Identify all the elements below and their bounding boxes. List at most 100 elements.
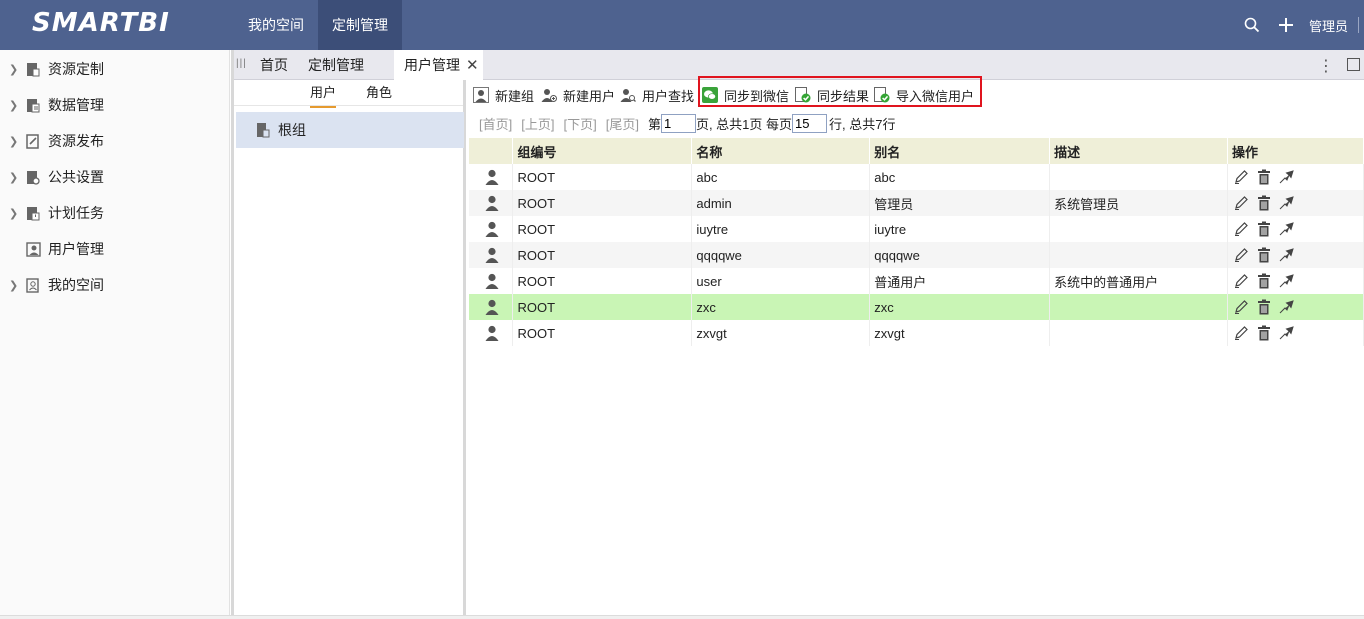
delete-icon[interactable] [1255, 221, 1272, 238]
edit-icon[interactable] [1232, 195, 1249, 212]
move-icon[interactable] [1278, 221, 1295, 238]
sidebar-item-user-management[interactable]: 用户管理 [0, 231, 230, 267]
tab-home[interactable]: 首页 [260, 50, 288, 80]
delete-icon[interactable] [1255, 325, 1272, 342]
edit-icon[interactable] [1232, 325, 1249, 342]
edit-icon[interactable] [1232, 299, 1249, 316]
pager-first[interactable]: [首页] [479, 114, 512, 133]
pager-page-prefix: 第 [647, 116, 661, 132]
pager: [首页] [上页] [下页] [尾页] 第 页, 总共1页 每页 行, 总共7行 [479, 113, 896, 133]
move-icon[interactable] [1278, 325, 1295, 342]
sidebar-item-resource-custom[interactable]: ❯ 资源定制 [0, 51, 230, 87]
new-user-button[interactable]: 新建用户 [541, 86, 615, 104]
row-user-icon-cell [469, 164, 514, 190]
sidebar-item-my-space[interactable]: ❯ 我的空间 [0, 267, 230, 303]
user-icon [473, 221, 512, 237]
new-user-label: 新建用户 [563, 88, 616, 104]
sidebar-item-label: 计划任务 [48, 205, 104, 221]
more-vertical-icon[interactable]: ⋮ [1318, 56, 1334, 76]
move-icon[interactable] [1278, 247, 1295, 264]
search-icon[interactable] [1241, 14, 1263, 36]
user-icon [473, 299, 512, 315]
close-icon[interactable]: ✕ [466, 51, 479, 81]
col-header-group[interactable]: 组编号 [512, 138, 693, 164]
chevron-right-icon[interactable]: ❯ [9, 63, 19, 76]
delete-icon[interactable] [1255, 247, 1272, 264]
table-row[interactable]: ROOT zxvgt zxvgt [469, 320, 1364, 346]
cell-actions [1227, 164, 1364, 190]
table-row[interactable]: ROOT user 普通用户 系统中的普通用户 [469, 268, 1364, 294]
table-row[interactable]: ROOT admin 管理员 系统管理员 [469, 190, 1364, 216]
table-row[interactable]: ROOT abc abc [469, 164, 1364, 190]
schedule-icon [25, 205, 41, 221]
chevron-right-icon[interactable]: ❯ [9, 135, 19, 148]
user-menu[interactable]: 管理员 [1309, 16, 1348, 35]
edit-icon[interactable] [1232, 169, 1249, 186]
cell-desc [1049, 242, 1229, 268]
user-management-icon [25, 241, 41, 257]
cell-alias: 管理员 [869, 190, 1051, 216]
new-group-button[interactable]: 新建组 [473, 86, 534, 104]
cell-group: ROOT [512, 190, 693, 216]
cell-name: user [691, 268, 871, 294]
app-logo[interactable]: SMARTBI [32, 8, 170, 38]
delete-icon[interactable] [1255, 169, 1272, 186]
nav-custom-management[interactable]: 定制管理 [318, 0, 402, 50]
col-header-icon [469, 138, 514, 164]
sidebar-item-label: 用户管理 [48, 241, 104, 257]
sidebar-item-label: 数据管理 [48, 97, 104, 113]
cell-group: ROOT [512, 216, 693, 242]
chevron-right-icon[interactable]: ❯ [9, 207, 19, 220]
sidebar-item-data-management[interactable]: ❯ 数据管理 [0, 87, 230, 123]
row-user-icon-cell [469, 294, 514, 320]
find-user-button[interactable]: 用户查找 [620, 86, 694, 104]
cell-name: admin [691, 190, 871, 216]
table-row[interactable]: ROOT qqqqwe qqqqwe [469, 242, 1364, 268]
cell-name: zxvgt [691, 320, 871, 346]
table-row[interactable]: ROOT zxc zxc [469, 294, 1364, 320]
chevron-right-icon[interactable]: ❯ [9, 99, 19, 112]
resource-icon [25, 61, 41, 77]
col-header-desc[interactable]: 描述 [1049, 138, 1229, 164]
cell-name: iuytre [691, 216, 871, 242]
chevron-right-icon[interactable]: ❯ [9, 171, 19, 184]
edit-icon[interactable] [1232, 247, 1249, 264]
add-icon[interactable] [1275, 14, 1297, 36]
nav-my-space[interactable]: 我的空间 [234, 0, 318, 50]
cell-group: ROOT [512, 242, 693, 268]
pager-next[interactable]: [下页] [563, 114, 596, 133]
page-number-input[interactable] [660, 113, 696, 133]
chevron-right-icon[interactable]: ❯ [9, 279, 19, 292]
delete-icon[interactable] [1255, 273, 1272, 290]
move-icon[interactable] [1278, 169, 1295, 186]
pager-last[interactable]: [尾页] [606, 114, 639, 133]
sidebar-item-scheduled-tasks[interactable]: ❯ 计划任务 [0, 195, 230, 231]
cell-alias: abc [869, 164, 1051, 190]
group-tree-pane: 用户 角色 根组 [234, 80, 466, 615]
col-header-alias[interactable]: 别名 [869, 138, 1051, 164]
table-row[interactable]: ROOT iuytre iuytre [469, 216, 1364, 242]
move-icon[interactable] [1278, 195, 1295, 212]
cell-group: ROOT [512, 164, 693, 190]
delete-icon[interactable] [1255, 299, 1272, 316]
edit-icon[interactable] [1232, 273, 1249, 290]
edit-icon[interactable] [1232, 221, 1249, 238]
move-icon[interactable] [1278, 273, 1295, 290]
table-header-row: 组编号 名称 别名 描述 操作 [469, 138, 1364, 164]
subtab-roles[interactable]: 角色 [366, 82, 392, 106]
sidebar-item-public-settings[interactable]: ❯ 公共设置 [0, 159, 230, 195]
pager-prev[interactable]: [上页] [521, 114, 554, 133]
delete-icon[interactable] [1255, 195, 1272, 212]
move-icon[interactable] [1278, 299, 1295, 316]
tab-user-management[interactable]: 用户管理 ✕ [394, 50, 483, 80]
maximize-icon[interactable] [1347, 58, 1360, 71]
tree-node-root-group[interactable]: 根组 [236, 112, 464, 148]
tab-custom-management[interactable]: 定制管理 [308, 50, 364, 80]
col-header-name[interactable]: 名称 [691, 138, 871, 164]
tab-grip-icon[interactable]: ||| [236, 58, 247, 69]
cell-desc [1049, 164, 1229, 190]
sidebar-item-resource-publish[interactable]: ❯ 资源发布 [0, 123, 230, 159]
sidebar-item-label: 资源发布 [48, 133, 104, 149]
row-user-icon-cell [469, 268, 514, 294]
per-page-input[interactable] [792, 113, 828, 133]
